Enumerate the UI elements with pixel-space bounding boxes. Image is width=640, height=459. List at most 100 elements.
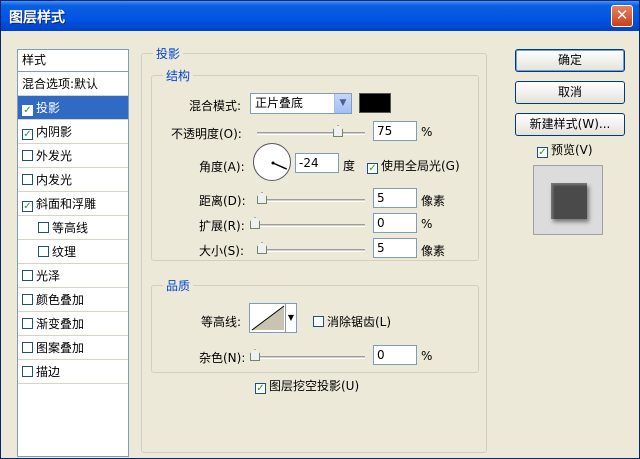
- style-item[interactable]: 光泽: [18, 264, 128, 288]
- chevron-down-icon: ▼: [334, 94, 351, 113]
- style-item[interactable]: 渐变叠加: [18, 312, 128, 336]
- checkbox-icon[interactable]: [22, 342, 33, 353]
- checkbox-icon[interactable]: ✓: [22, 201, 33, 212]
- chevron-down-icon: ▼: [285, 304, 296, 332]
- checkbox-icon: [313, 316, 324, 327]
- contour-curve-icon: [251, 305, 285, 331]
- style-item[interactable]: 外发光: [18, 144, 128, 168]
- size-unit: 像素: [421, 244, 446, 258]
- checkbox-icon[interactable]: ✓: [22, 129, 33, 140]
- close-button[interactable]: ✕: [611, 5, 633, 27]
- checkbox-icon[interactable]: [22, 174, 33, 185]
- drop-shadow-panel: 投影 结构 混合模式: 正片叠底 ▼ 不透明度(O): 75 % 角度(A): …: [137, 45, 491, 459]
- noise-input[interactable]: 0: [373, 345, 417, 365]
- spread-input[interactable]: 0: [373, 213, 417, 233]
- contour-picker[interactable]: ▼: [249, 303, 297, 333]
- size-label: 大小(S):: [199, 244, 245, 258]
- structure-title: 结构: [163, 67, 194, 84]
- distance-input[interactable]: 5: [373, 188, 417, 208]
- noise-label: 杂色(N):: [199, 351, 246, 365]
- angle-unit: 度: [343, 159, 356, 173]
- ok-button[interactable]: 确定: [515, 49, 625, 72]
- shadow-color-swatch[interactable]: [359, 93, 391, 113]
- style-item[interactable]: 描边: [18, 360, 128, 384]
- style-item-label: 图案叠加: [36, 341, 85, 355]
- checkbox-icon[interactable]: [38, 246, 49, 257]
- spread-label: 扩展(R):: [199, 219, 245, 233]
- angle-needle: [271, 161, 288, 170]
- checkbox-icon[interactable]: ✓: [22, 105, 33, 116]
- angle-dial[interactable]: [253, 143, 291, 181]
- spread-slider-track[interactable]: [251, 224, 365, 227]
- distance-label: 距离(D):: [199, 194, 246, 208]
- blending-options-item[interactable]: 混合选项:默认: [18, 72, 128, 96]
- checkbox-icon[interactable]: [22, 150, 33, 161]
- blend-mode-select[interactable]: 正片叠底 ▼: [250, 93, 352, 114]
- style-item-label: 描边: [36, 365, 61, 379]
- checkbox-icon: ✓: [367, 163, 378, 174]
- knockout-label: 图层挖空投影(U): [269, 379, 360, 393]
- opacity-label: 不透明度(O):: [171, 127, 242, 141]
- antialias-checkbox[interactable]: 消除锯齿(L): [313, 313, 391, 330]
- size-slider-track[interactable]: [257, 249, 365, 252]
- style-item[interactable]: 内发光: [18, 168, 128, 192]
- checkbox-icon[interactable]: [22, 318, 33, 329]
- drop-shadow-title: 投影: [153, 45, 184, 62]
- global-light-label: 使用全局光(G): [381, 159, 460, 173]
- angle-label: 角度(A):: [199, 160, 245, 174]
- preview-checkbox[interactable]: ✓ 预览(V): [537, 141, 593, 158]
- quality-title: 品质: [163, 277, 194, 294]
- style-item-label: 外发光: [36, 149, 73, 163]
- styles-list-header[interactable]: 样式: [18, 50, 128, 72]
- checkbox-icon[interactable]: [22, 294, 33, 305]
- blend-mode-label: 混合模式:: [189, 99, 242, 113]
- checkbox-icon[interactable]: [22, 270, 33, 281]
- preview-label: 预览(V): [551, 143, 593, 157]
- noise-unit: %: [421, 349, 433, 363]
- global-light-checkbox[interactable]: ✓ 使用全局光(G): [367, 157, 460, 174]
- layer-style-dialog: 图层样式 ✕ 样式 混合选项:默认 ✓ 投影 ✓ 内阴影 外发光 内发光 ✓ 斜面和浮雕 等高线…: [0, 0, 640, 459]
- style-item[interactable]: ✓ 投影: [18, 96, 128, 120]
- knockout-checkbox[interactable]: ✓ 图层挖空投影(U): [255, 377, 359, 394]
- style-item-label: 内阴影: [36, 125, 73, 139]
- styles-list: 样式 混合选项:默认 ✓ 投影 ✓ 内阴影 外发光 内发光 ✓ 斜面和浮雕 等高线 纹理 光泽 颜色叠…: [17, 49, 129, 457]
- blend-mode-value: 正片叠底: [255, 96, 304, 110]
- preview-thumbnail: [551, 183, 587, 219]
- style-item[interactable]: 等高线: [18, 216, 128, 240]
- checkbox-icon: ✓: [537, 147, 548, 158]
- checkbox-icon[interactable]: [38, 222, 49, 233]
- contour-label: 等高线:: [201, 315, 242, 329]
- opacity-unit: %: [421, 125, 433, 139]
- spread-unit: %: [421, 217, 433, 231]
- style-item-label: 等高线: [52, 221, 89, 235]
- size-input[interactable]: 5: [373, 238, 417, 258]
- close-icon: ✕: [615, 6, 629, 24]
- style-preview: [533, 165, 603, 235]
- title-bar[interactable]: 图层样式 ✕: [1, 1, 639, 31]
- distance-slider-track[interactable]: [257, 199, 365, 202]
- noise-slider-track[interactable]: [251, 356, 365, 359]
- dialog-title: 图层样式: [9, 10, 65, 26]
- style-items: ✓ 投影 ✓ 内阴影 外发光 内发光 ✓ 斜面和浮雕 等高线 纹理 光泽 颜色叠加 渐变叠加 图案叠加 描边: [18, 96, 128, 384]
- new-style-button[interactable]: 新建样式(W)...: [515, 113, 625, 136]
- style-item-label: 纹理: [52, 245, 77, 259]
- style-item[interactable]: ✓ 斜面和浮雕: [18, 192, 128, 216]
- style-item-label: 内发光: [36, 173, 73, 187]
- distance-unit: 像素: [421, 194, 446, 208]
- style-item[interactable]: 颜色叠加: [18, 288, 128, 312]
- checkbox-icon[interactable]: [22, 366, 33, 377]
- antialias-label: 消除锯齿(L): [327, 315, 392, 329]
- style-item[interactable]: 图案叠加: [18, 336, 128, 360]
- style-item-label: 颜色叠加: [36, 293, 85, 307]
- angle-input[interactable]: -24: [295, 153, 339, 173]
- opacity-slider-track[interactable]: [257, 132, 365, 135]
- checkbox-icon: ✓: [255, 383, 266, 394]
- cancel-button[interactable]: 取消: [515, 81, 625, 104]
- style-item[interactable]: ✓ 内阴影: [18, 120, 128, 144]
- style-item-label: 渐变叠加: [36, 317, 85, 331]
- style-item-label: 光泽: [36, 269, 61, 283]
- opacity-input[interactable]: 75: [373, 121, 417, 141]
- style-item-label: 斜面和浮雕: [36, 197, 97, 211]
- style-item-label: 投影: [36, 101, 61, 115]
- style-item[interactable]: 纹理: [18, 240, 128, 264]
